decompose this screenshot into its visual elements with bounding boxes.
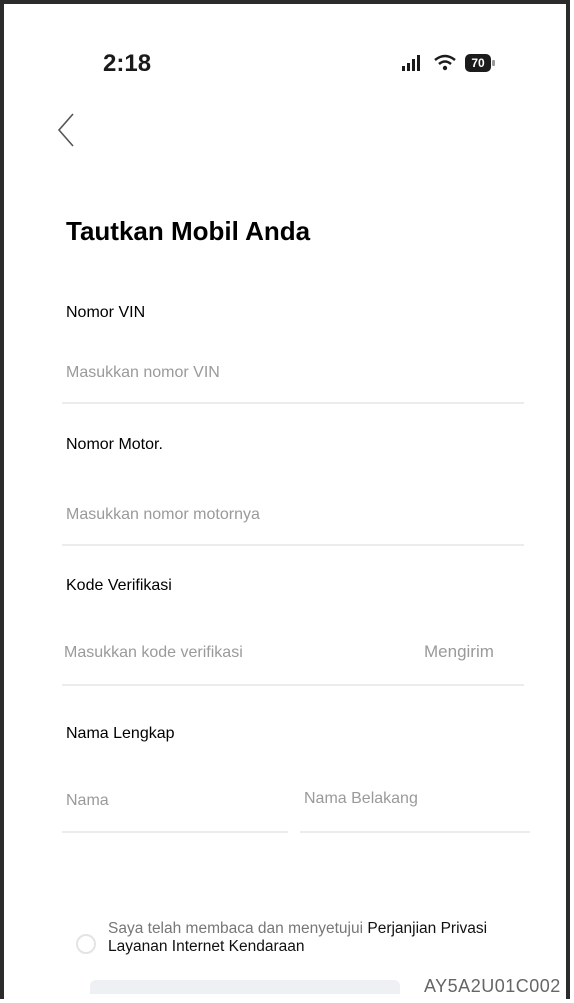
status-time: 2:18 <box>103 50 152 77</box>
footer-code: AY5A2U01C002 <box>424 976 561 996</box>
status-icons: 70 <box>401 50 495 76</box>
vin-input[interactable]: Masukkan nomor VIN <box>66 364 220 382</box>
send-code-button[interactable]: Mengirim <box>424 642 494 662</box>
engine-input[interactable]: Masukkan nomor motornya <box>66 506 260 524</box>
battery-icon: 70 <box>465 54 495 72</box>
vin-label: Nomor VIN <box>66 304 146 321</box>
verification-input[interactable]: Masukkan kode verifikasi <box>64 644 243 662</box>
first-name-divider <box>62 831 288 833</box>
privacy-agreement-link[interactable]: Perjanjian Privasi <box>367 920 487 937</box>
agreement-text: Saya telah membaca dan menyetujui Perjan… <box>108 920 556 956</box>
verification-label: Kode Verifikasi <box>66 577 172 594</box>
verification-divider <box>62 684 524 686</box>
engine-divider <box>62 544 524 546</box>
wifi-icon <box>434 54 456 71</box>
first-name-input[interactable]: Nama <box>66 792 109 810</box>
battery-level: 70 <box>471 56 485 70</box>
full-name-label: Nama Lengkap <box>66 725 175 742</box>
internet-service-link[interactable]: Layanan Internet Kendaraan <box>108 938 305 955</box>
vin-divider <box>62 402 524 404</box>
agreement-prefix: Saya telah membaca dan menyetujui <box>108 920 368 937</box>
app-frame <box>0 0 570 999</box>
page-title: Tautkan Mobil Anda <box>66 216 311 246</box>
agreement-checkbox[interactable] <box>76 934 96 954</box>
signal-icon <box>402 55 420 71</box>
back-arrow-icon[interactable] <box>55 110 77 150</box>
engine-label: Nomor Motor. <box>66 436 163 453</box>
last-name-input[interactable]: Nama Belakang <box>304 790 418 808</box>
submit-button[interactable] <box>90 980 400 994</box>
last-name-divider <box>300 831 530 833</box>
